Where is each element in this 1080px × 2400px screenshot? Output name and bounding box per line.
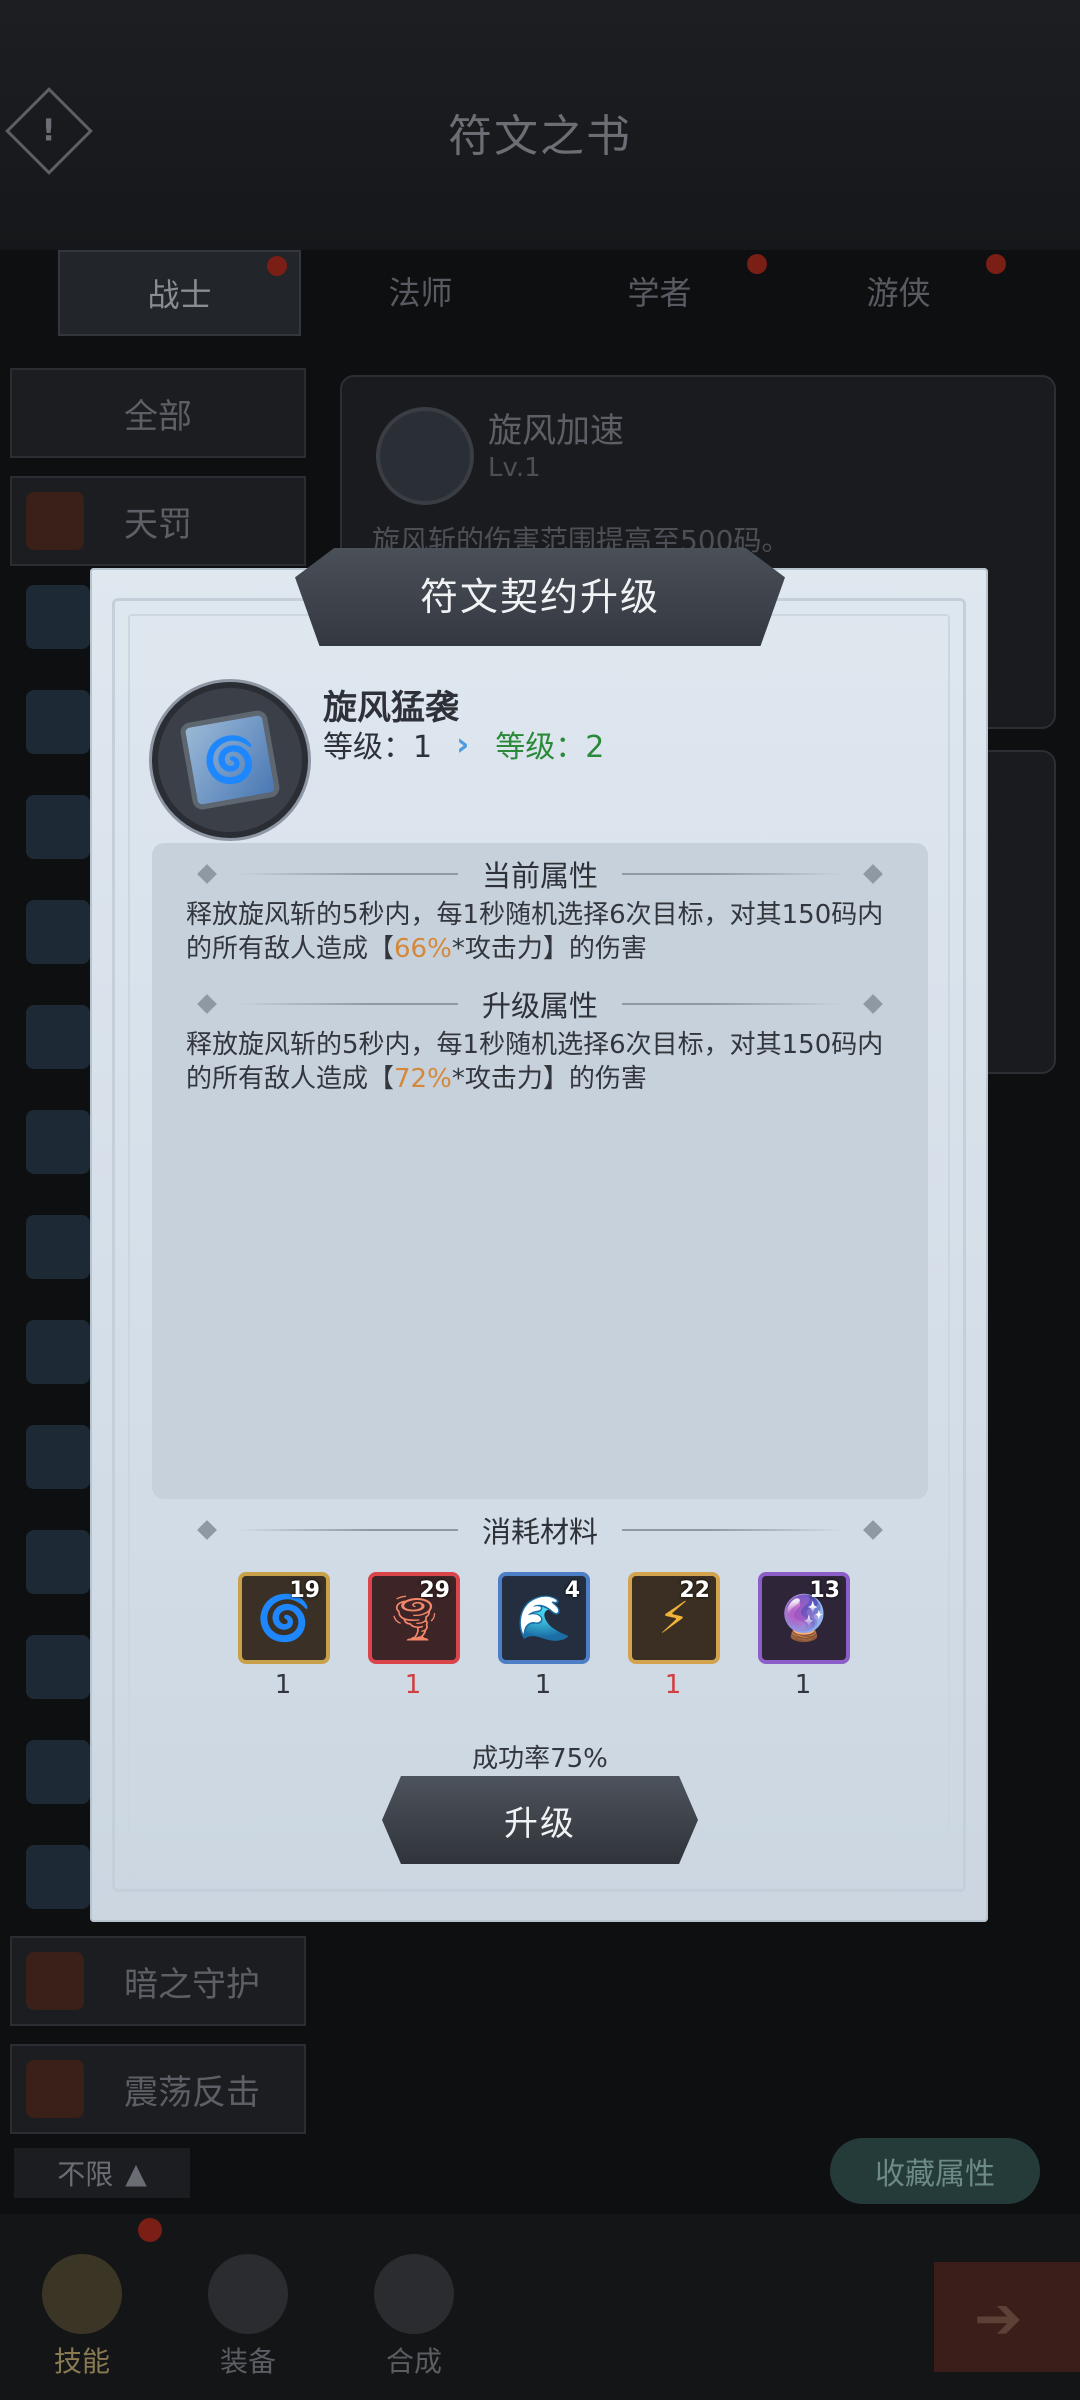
diamond-ornament-icon: [863, 1520, 883, 1540]
materials-list: 🌀 19 1 🌪 29 1 🌊 4 1 ⚡ 22 1 🔮 13 1: [238, 1572, 850, 1700]
top-bar: ! 符文之书: [0, 0, 1080, 250]
nav-skills[interactable]: 技能: [22, 2254, 142, 2380]
notification-dot: [747, 254, 767, 274]
diamond-ornament-icon: [863, 994, 883, 1014]
divider: [238, 1529, 458, 1531]
divider: [622, 1003, 843, 1005]
divider: [622, 1529, 843, 1531]
current-level: 等级：1: [323, 730, 433, 765]
tab-ranger[interactable]: 游侠: [779, 250, 1018, 336]
rune-card-name: 旋风加速: [488, 411, 624, 451]
diamond-ornament-icon: [863, 864, 883, 884]
material-item[interactable]: 🌀 19 1: [238, 1572, 330, 1700]
sidebar-bottom: 暗之守护 震荡反击: [10, 1936, 306, 2152]
rune-icon[interactable]: [26, 1110, 90, 1174]
material-item[interactable]: 🌪 29 1: [368, 1572, 460, 1700]
gold-rune-icon: 🌀 19: [238, 1572, 330, 1664]
rune-icon[interactable]: [26, 1845, 90, 1909]
sidebar-item-shock-counter[interactable]: 震荡反击: [10, 2044, 306, 2134]
current-attributes-desc: 释放旋风斩的5秒内，每1秒随机选择6次目标，对其150码内的所有敌人造成【66%…: [186, 900, 884, 964]
divider: [238, 1003, 458, 1005]
purple-rune-icon: 🔮 13: [758, 1572, 850, 1664]
nav-equipment[interactable]: 装备: [188, 2254, 308, 2380]
divider: [622, 873, 843, 875]
skill-icon: 🌀: [152, 682, 308, 838]
sidebar-item-dark-guard[interactable]: 暗之守护: [10, 1936, 306, 2026]
rune-icon[interactable]: [26, 1005, 90, 1069]
upgrade-button[interactable]: 升级: [382, 1776, 698, 1864]
level-row: 等级：1 › 等级：2: [323, 722, 604, 766]
material-item[interactable]: 🔮 13 1: [758, 1572, 850, 1700]
diamond-ornament-icon: [197, 1520, 217, 1540]
rune-icon: [26, 2060, 84, 2118]
notification-dot: [138, 2218, 162, 2242]
sidebar: 全部 天罚: [10, 368, 306, 584]
rune-icon[interactable]: [26, 795, 90, 859]
nav-synthesis[interactable]: 合成: [354, 2254, 474, 2380]
dialog-title: 符文契约升级: [419, 575, 660, 619]
class-tabs: 战士 法师 学者 游侠: [58, 250, 1018, 336]
materials-header: 消耗材料: [197, 1510, 883, 1550]
next-level: 等级：2: [495, 730, 605, 765]
upgrade-attributes-header: 升级属性: [197, 984, 883, 1024]
rune-icon[interactable]: [26, 1215, 90, 1279]
whirlwind-icon: 🌀: [179, 709, 281, 811]
tab-warrior[interactable]: 战士: [58, 250, 301, 336]
rune-icon: [26, 1952, 84, 2010]
rune-card-level: Lv.1: [488, 453, 541, 483]
rune-icon: [376, 407, 474, 505]
rune-icon[interactable]: [26, 1320, 90, 1384]
notification-dot: [267, 256, 287, 276]
amber-rune-icon: ⚡ 22: [628, 1572, 720, 1664]
blue-rune-icon: 🌊 4: [498, 1572, 590, 1664]
rune-icon: [26, 492, 84, 550]
red-rune-icon: 🌪 29: [368, 1572, 460, 1664]
sidebar-item-all[interactable]: 全部: [10, 368, 306, 458]
rune-icon[interactable]: [26, 585, 90, 649]
page-title: 符文之书: [448, 111, 632, 162]
rune-icon[interactable]: [26, 900, 90, 964]
filter-dropdown[interactable]: 不限 ▲: [14, 2148, 190, 2198]
material-item[interactable]: 🌊 4 1: [498, 1572, 590, 1700]
current-attributes-header: 当前属性: [197, 854, 883, 894]
bottom-nav: 技能 装备 合成: [0, 2214, 1080, 2400]
sword-icon: [42, 2254, 122, 2334]
sidebar-item-first[interactable]: 天罚: [10, 476, 306, 566]
upgrade-attributes-desc: 释放旋风斩的5秒内，每1秒随机选择6次目标，对其150码内的所有敌人造成【72%…: [186, 1030, 884, 1094]
material-item[interactable]: ⚡ 22 1: [628, 1572, 720, 1700]
diamond-ornament-icon: [197, 994, 217, 1014]
proceed-button[interactable]: ➔: [934, 2262, 1080, 2372]
divider: [238, 873, 458, 875]
success-rate: 成功率75%: [472, 1744, 608, 1774]
tab-scholar[interactable]: 学者: [540, 250, 779, 336]
rune-icon[interactable]: [26, 1635, 90, 1699]
tab-mage[interactable]: 法师: [301, 250, 540, 336]
cards-icon: [208, 2254, 288, 2334]
rune-icon[interactable]: [26, 1530, 90, 1594]
notification-dot: [986, 254, 1006, 274]
collect-attributes-button[interactable]: 收藏属性: [830, 2138, 1040, 2204]
diamond-ornament-icon: [197, 864, 217, 884]
rune-icon[interactable]: [26, 690, 90, 754]
rune-icon[interactable]: [26, 1425, 90, 1489]
chevron-right-icon: ›: [456, 725, 470, 763]
swirl-icon: [374, 2254, 454, 2334]
arrow-right-icon: ➔: [974, 2284, 1023, 2352]
triangle-up-icon: ▲: [125, 2156, 147, 2190]
